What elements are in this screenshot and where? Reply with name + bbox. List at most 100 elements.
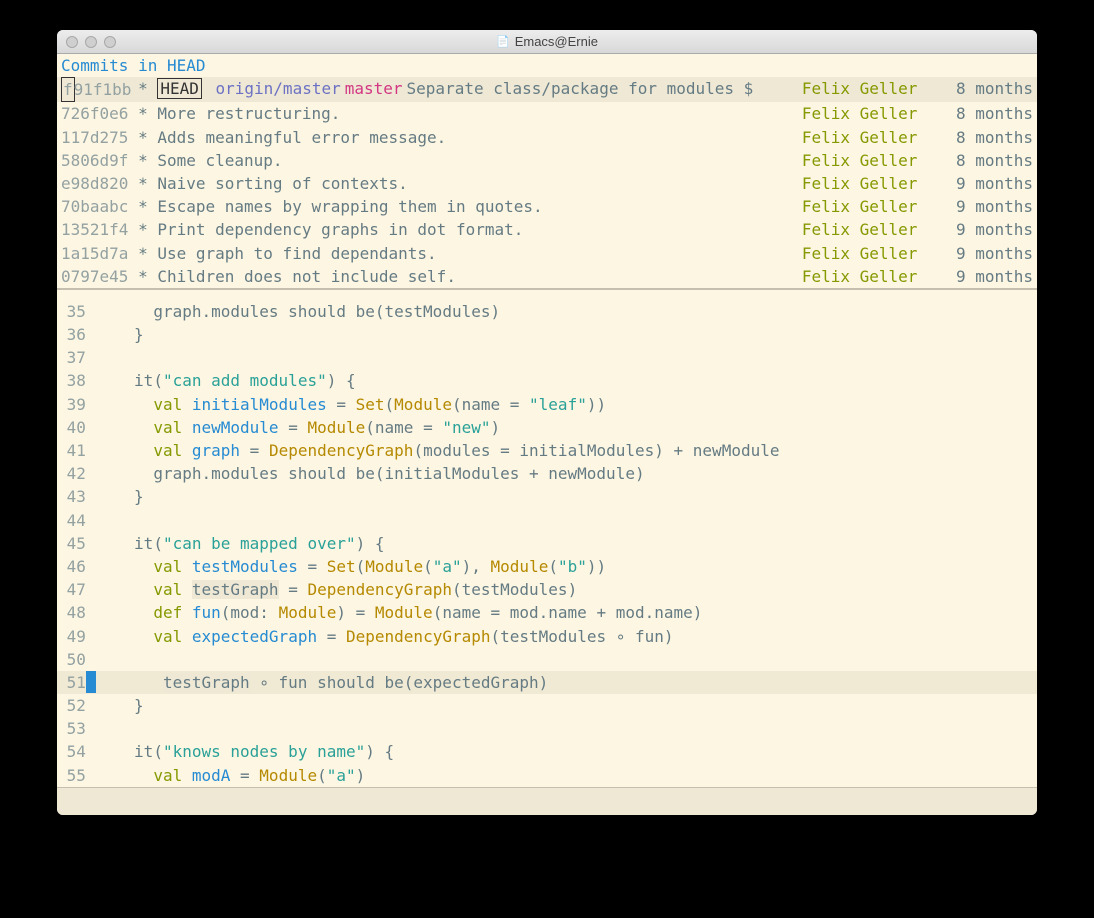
line-number: 46 bbox=[57, 555, 86, 578]
line-number: 38 bbox=[57, 369, 86, 392]
code-line[interactable]: 37 bbox=[57, 346, 1037, 369]
traffic-lights bbox=[57, 36, 116, 48]
code-line[interactable]: 43 } bbox=[57, 485, 1037, 508]
source-text: } bbox=[86, 485, 144, 508]
commit-author: Felix Geller bbox=[802, 126, 937, 149]
source-text: it("knows nodes by name") { bbox=[86, 740, 394, 763]
commit-hash: 726f0e6 bbox=[61, 102, 138, 125]
commit-row[interactable]: 13521f4 * Print dependency graphs in dot… bbox=[57, 218, 1037, 241]
code-line[interactable]: 46 val testModules = Set(Module("a"), Mo… bbox=[57, 555, 1037, 578]
commit-row[interactable]: 117d275 * Adds meaningful error message.… bbox=[57, 126, 1037, 149]
source-text: } bbox=[86, 694, 144, 717]
commits-pane[interactable]: Commits in HEAD f91f1bb * HEAD origin/ma… bbox=[57, 54, 1037, 290]
modeline-area bbox=[57, 787, 1037, 815]
graph-marker: * bbox=[138, 126, 157, 149]
commit-message: Naive sorting of contexts. bbox=[157, 172, 801, 195]
window-title: 📄 Emacs@Ernie bbox=[57, 34, 1037, 49]
remote-ref: origin/master bbox=[216, 79, 341, 98]
window-title-text: Emacs@Ernie bbox=[515, 34, 598, 49]
code-line[interactable]: 45 it("can be mapped over") { bbox=[57, 532, 1037, 555]
source-text: it("can be mapped over") { bbox=[86, 532, 385, 555]
local-ref: master bbox=[345, 79, 403, 98]
commit-message: Escape names by wrapping them in quotes. bbox=[157, 195, 801, 218]
code-line[interactable]: 48 def fun(mod: Module) = Module(name = … bbox=[57, 601, 1037, 624]
line-number: 48 bbox=[57, 601, 86, 624]
graph-marker: * bbox=[138, 218, 157, 241]
commit-row[interactable]: 1a15d7a * Use graph to find dependants.F… bbox=[57, 242, 1037, 265]
code-line[interactable]: 42 graph.modules should be(initialModule… bbox=[57, 462, 1037, 485]
code-line[interactable]: 41 val graph = DependencyGraph(modules =… bbox=[57, 439, 1037, 462]
commit-age: 8 months bbox=[937, 77, 1033, 102]
code-line[interactable]: 52 } bbox=[57, 694, 1037, 717]
code-line[interactable]: 36 } bbox=[57, 323, 1037, 346]
source-text: val newModule = Module(name = "new") bbox=[86, 416, 500, 439]
content-area: Commits in HEAD f91f1bb * HEAD origin/ma… bbox=[57, 54, 1037, 787]
source-text bbox=[86, 346, 96, 369]
code-line[interactable]: 40 val newModule = Module(name = "new") bbox=[57, 416, 1037, 439]
source-text: val initialModules = Set(Module(name = "… bbox=[86, 393, 606, 416]
commit-row[interactable]: e98d820 * Naive sorting of contexts.Feli… bbox=[57, 172, 1037, 195]
close-icon[interactable] bbox=[66, 36, 78, 48]
code-line[interactable]: 54 it("knows nodes by name") { bbox=[57, 740, 1037, 763]
minimize-icon[interactable] bbox=[85, 36, 97, 48]
commit-row[interactable]: 5806d9f * Some cleanup.Felix Geller8 mon… bbox=[57, 149, 1037, 172]
commit-message: More restructuring. bbox=[157, 102, 801, 125]
line-number: 53 bbox=[57, 717, 86, 740]
commit-row[interactable]: 70baabc * Escape names by wrapping them … bbox=[57, 195, 1037, 218]
commit-hash: f91f1bb bbox=[61, 77, 138, 102]
code-line[interactable]: 39 val initialModules = Set(Module(name … bbox=[57, 393, 1037, 416]
commit-row[interactable]: 0797e45 * Children does not include self… bbox=[57, 265, 1037, 288]
commit-age: 9 months bbox=[937, 195, 1033, 218]
commits-header: Commits in HEAD bbox=[57, 54, 1037, 77]
line-number: 41 bbox=[57, 439, 86, 462]
code-line[interactable]: 38 it("can add modules") { bbox=[57, 369, 1037, 392]
code-line[interactable]: 51 testGraph ∘ fun should be(expectedGra… bbox=[57, 671, 1037, 694]
line-number: 40 bbox=[57, 416, 86, 439]
code-line[interactable]: 35 graph.modules should be(testModules) bbox=[57, 300, 1037, 323]
code-line[interactable]: 47 val testGraph = DependencyGraph(testM… bbox=[57, 578, 1037, 601]
commit-hash: e98d820 bbox=[61, 172, 138, 195]
graph-marker: * bbox=[138, 195, 157, 218]
source-text bbox=[86, 509, 96, 532]
code-line[interactable]: 50 bbox=[57, 648, 1037, 671]
graph-marker: * bbox=[138, 172, 157, 195]
commit-author: Felix Geller bbox=[802, 172, 937, 195]
code-line[interactable]: 55 val modA = Module("a") bbox=[57, 764, 1037, 787]
commit-hash: 5806d9f bbox=[61, 149, 138, 172]
cursor bbox=[86, 671, 96, 693]
line-number: 52 bbox=[57, 694, 86, 717]
code-pane[interactable]: 35 graph.modules should be(testModules)3… bbox=[57, 290, 1037, 787]
commit-hash: 1a15d7a bbox=[61, 242, 138, 265]
source-text: val testModules = Set(Module("a"), Modul… bbox=[86, 555, 606, 578]
source-text: } bbox=[86, 323, 144, 346]
source-text: it("can add modules") { bbox=[86, 369, 356, 392]
commit-hash: 0797e45 bbox=[61, 265, 138, 288]
code-line[interactable]: 44 bbox=[57, 509, 1037, 532]
line-number: 39 bbox=[57, 393, 86, 416]
source-text: def fun(mod: Module) = Module(name = mod… bbox=[86, 601, 703, 624]
commit-age: 9 months bbox=[937, 265, 1033, 288]
graph-marker: * bbox=[138, 102, 157, 125]
code-line[interactable]: 49 val expectedGraph = DependencyGraph(t… bbox=[57, 625, 1037, 648]
commit-message: Some cleanup. bbox=[157, 149, 801, 172]
commit-age: 9 months bbox=[937, 218, 1033, 241]
line-number: 44 bbox=[57, 509, 86, 532]
commit-message: HEAD origin/mastermasterSeparate class/p… bbox=[157, 77, 801, 102]
commit-row[interactable]: f91f1bb * HEAD origin/mastermasterSepara… bbox=[57, 77, 1037, 102]
source-text bbox=[86, 717, 96, 740]
commit-author: Felix Geller bbox=[802, 195, 937, 218]
commit-message: Children does not include self. bbox=[157, 265, 801, 288]
line-number: 51 bbox=[57, 671, 86, 694]
commit-message: Use graph to find dependants. bbox=[157, 242, 801, 265]
graph-marker: * bbox=[138, 265, 157, 288]
line-number: 54 bbox=[57, 740, 86, 763]
source-text: testGraph ∘ fun should be(expectedGraph) bbox=[96, 671, 549, 694]
code-line[interactable]: 53 bbox=[57, 717, 1037, 740]
commit-author: Felix Geller bbox=[802, 77, 937, 102]
commit-row[interactable]: 726f0e6 * More restructuring.Felix Gelle… bbox=[57, 102, 1037, 125]
commit-message: Print dependency graphs in dot format. bbox=[157, 218, 801, 241]
titlebar[interactable]: 📄 Emacs@Ernie bbox=[57, 30, 1037, 54]
zoom-icon[interactable] bbox=[104, 36, 116, 48]
commit-age: 9 months bbox=[937, 172, 1033, 195]
line-number: 47 bbox=[57, 578, 86, 601]
